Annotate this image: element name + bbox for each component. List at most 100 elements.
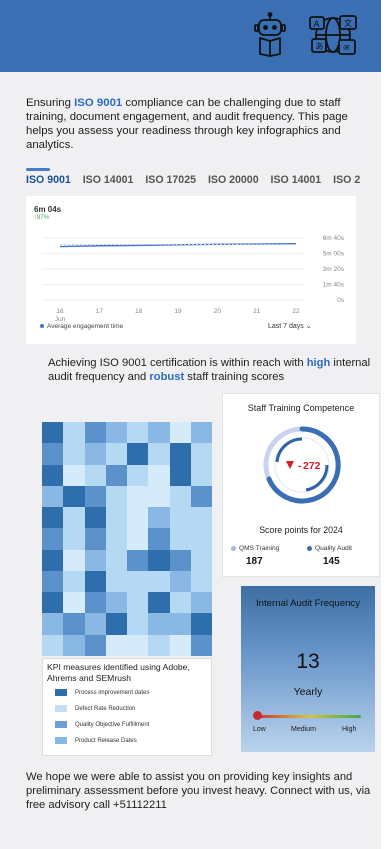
heatmap-cell <box>84 528 106 550</box>
engagement-chart-card: 6m 04s ↑87% 0s 1m 40s 3m 20s 5m 00s 6m 40s 16… <box>26 196 356 344</box>
heatmap-cell <box>105 485 127 508</box>
heatmap-cell <box>105 443 127 465</box>
audit-legend: Quality Audit <box>307 545 352 552</box>
translation-globe-icon[interactable]: A 文 あ अ <box>308 12 358 58</box>
heatmap-cell <box>148 634 170 656</box>
date-range-select[interactable]: Last 7 days ⌄ <box>268 322 312 330</box>
heatmap-cell <box>190 613 212 635</box>
heatmap-cell <box>105 570 127 593</box>
heatmap-cell <box>42 570 64 593</box>
heatmap-cell <box>127 507 149 529</box>
x-tick-label: 17 <box>96 308 104 315</box>
heatmap-cell <box>169 592 191 614</box>
audit-level-knob[interactable] <box>253 711 262 720</box>
heatmap-cell <box>84 464 106 486</box>
x-tick-label: 18 <box>135 308 143 315</box>
achieve-part3: staff training scores <box>184 371 285 383</box>
x-tick-sublabel: Jun <box>55 316 66 323</box>
heatmap-cell <box>127 528 149 550</box>
qms-legend: QMS Training <box>231 545 279 552</box>
heatmap-cell <box>148 507 170 529</box>
scale-high: High <box>342 726 357 733</box>
svg-text:文: 文 <box>344 18 352 28</box>
heatmap-cell <box>148 464 170 486</box>
qms-value: 187 <box>246 556 263 567</box>
engagement-legend-label: Average engagement time <box>47 323 124 330</box>
heatmap-cell <box>63 634 85 656</box>
score-caption: Score points for 2024 <box>259 525 343 535</box>
heatmap-cell <box>148 528 170 550</box>
kpi-heatmap <box>42 422 212 656</box>
kpi-swatch-1 <box>55 705 67 712</box>
tab-iso-partial[interactable]: ISO 2 <box>333 174 360 186</box>
engagement-legend: Average engagement time <box>40 323 123 330</box>
y-tick-label: 1m 40s <box>323 282 345 289</box>
tab-iso-20000[interactable]: ISO 20000 <box>208 174 259 186</box>
tab-iso-14001[interactable]: ISO 14001 <box>83 174 134 186</box>
heatmap-cell <box>84 422 106 444</box>
heatmap-cell <box>105 592 127 614</box>
heatmap-cell <box>63 507 85 529</box>
heatmap-cell <box>105 507 127 529</box>
heatmap-cell <box>84 570 106 593</box>
heatmap-cell <box>190 592 212 614</box>
heatmap-cell <box>190 422 212 444</box>
heatmap-cell <box>190 464 212 486</box>
heatmap-cell <box>42 507 64 529</box>
heatmap-cell <box>105 634 127 656</box>
svg-text:अ: अ <box>343 43 350 52</box>
heatmap-cell <box>105 613 127 635</box>
heatmap-cell <box>169 464 191 486</box>
heatmap-cell <box>190 549 212 571</box>
audit-dot <box>307 545 312 551</box>
heatmap-cell <box>127 613 149 635</box>
heatmap-cell <box>63 464 85 486</box>
heatmap-cell <box>127 422 149 444</box>
heatmap-cell <box>127 464 149 486</box>
heatmap-cell <box>105 549 127 571</box>
heatmap-cell <box>42 549 64 571</box>
kpi-legend-title: KPI measures identified using Adobe, Ahr… <box>47 662 190 683</box>
heatmap-cell <box>127 443 149 465</box>
staff-training-value: 272 <box>303 460 321 472</box>
heatmap-cell <box>190 485 212 508</box>
y-tick-label: 0s <box>337 297 345 304</box>
intro-highlight: ISO 9001 <box>74 97 123 109</box>
kpi-legend-item: Defect Rate Reduction <box>55 705 135 712</box>
heatmap-cell <box>169 443 191 465</box>
tab-iso-9001[interactable]: ISO 9001 <box>26 174 71 186</box>
heatmap-cell <box>127 485 149 508</box>
heatmap-cell <box>105 464 127 486</box>
active-tab-indicator <box>26 168 50 171</box>
kpi-legend-label: Defect Rate Reduction <box>75 706 136 713</box>
y-tick-label: 5m 00s <box>323 251 345 258</box>
heatmap-cell <box>84 613 106 635</box>
achieve-part1: Achieving ISO 9001 certification is with… <box>48 357 307 369</box>
internal-audit-value: 13 <box>296 650 320 673</box>
heatmap-cell <box>169 422 191 444</box>
heatmap-cell <box>190 443 212 465</box>
x-tick-label: 19 <box>174 308 182 315</box>
chevron-down-icon: ⌄ <box>305 323 312 330</box>
heatmap-cell <box>84 549 106 571</box>
svg-text:あ: あ <box>316 42 324 51</box>
heatmap-cell <box>148 570 170 593</box>
robot-reading-icon[interactable] <box>250 12 290 58</box>
internal-audit-unit: Yearly <box>293 686 323 698</box>
heatmap-cell <box>105 422 127 444</box>
kpi-swatch-3 <box>55 737 67 744</box>
tab-iso-14001-b[interactable]: ISO 14001 <box>271 174 322 186</box>
triangle-down-icon <box>286 461 294 469</box>
y-tick-label: 6m 40s <box>323 235 345 242</box>
heatmap-cell <box>63 549 85 571</box>
heatmap-cell <box>169 549 191 571</box>
achievement-paragraph: Achieving ISO 9001 certification is with… <box>48 356 378 384</box>
tab-iso-17025[interactable]: ISO 17025 <box>145 174 196 186</box>
date-range-label: Last 7 days <box>268 323 304 330</box>
heatmap-cell <box>63 422 85 444</box>
heatmap-cell <box>190 570 212 593</box>
heatmap-cell <box>169 634 191 656</box>
heatmap-cell <box>42 485 64 508</box>
kpi-legend-label: Quality Objective Fulfillment <box>75 722 150 729</box>
audit-value: 145 <box>323 556 340 567</box>
